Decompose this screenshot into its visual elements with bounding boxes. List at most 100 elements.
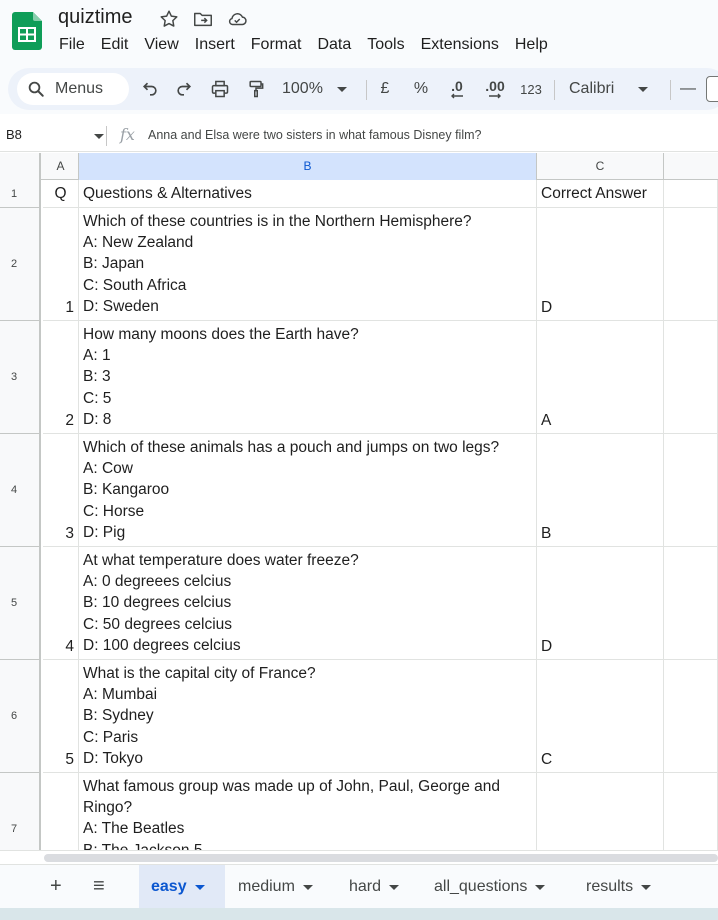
question-cell[interactable]: How many moons does the Earth have? A: 1… bbox=[79, 321, 537, 433]
menu-data[interactable]: Data bbox=[317, 36, 359, 54]
empty-cell[interactable] bbox=[664, 321, 718, 433]
table-row: 3 Which of these animals has a pouch and… bbox=[43, 434, 718, 547]
paint-format-button[interactable] bbox=[244, 68, 268, 110]
sheet-tab-label: medium bbox=[238, 878, 295, 895]
sheet-tab-hard[interactable]: hard bbox=[337, 865, 411, 909]
question-cell[interactable]: Which of these animals has a pouch and j… bbox=[79, 434, 537, 546]
sheet-tab-all-questions[interactable]: all_questions bbox=[422, 865, 557, 909]
row-header[interactable]: 6 bbox=[0, 660, 41, 773]
percent-format-button[interactable]: % bbox=[412, 68, 430, 110]
font-size-input[interactable] bbox=[706, 76, 718, 102]
option-c: C: Paris bbox=[83, 728, 139, 746]
font-select[interactable]: Calibri bbox=[569, 68, 661, 110]
header-cell-questions[interactable]: Questions & Alternatives bbox=[79, 180, 537, 207]
star-icon[interactable] bbox=[158, 8, 180, 30]
question-number: 1 bbox=[65, 298, 74, 316]
menu-insert[interactable]: Insert bbox=[195, 36, 243, 54]
currency-format-button[interactable]: £ bbox=[378, 68, 392, 110]
select-all-corner[interactable] bbox=[0, 153, 41, 180]
question-cell[interactable]: What famous group was made up of John, P… bbox=[79, 773, 537, 850]
question-cell[interactable]: What is the capital city of France? A: M… bbox=[79, 660, 537, 772]
menu-help[interactable]: Help bbox=[515, 36, 556, 54]
row-header[interactable]: 1 bbox=[0, 180, 41, 208]
increase-decimal-button[interactable]: .00 bbox=[482, 68, 508, 110]
answer-cell[interactable]: D bbox=[537, 547, 664, 659]
column-header-a[interactable]: A bbox=[43, 153, 79, 180]
question-cell[interactable]: At what temperature does water freeze? A… bbox=[79, 547, 537, 659]
sheet-tab-easy[interactable]: easy bbox=[139, 865, 225, 909]
empty-cell[interactable] bbox=[664, 208, 718, 320]
menus-search-box[interactable]: Menus bbox=[17, 73, 129, 105]
empty-cell[interactable] bbox=[664, 180, 718, 207]
option-a: A: New Zealand bbox=[83, 234, 194, 252]
sheet-tab-bar: + ≡ easy medium hard all_questions resul… bbox=[0, 864, 718, 909]
row-header[interactable]: 3 bbox=[0, 321, 41, 434]
font-value: Calibri bbox=[569, 80, 615, 97]
row-header[interactable]: 7 bbox=[0, 773, 41, 850]
question-number-cell[interactable]: 1 bbox=[43, 208, 79, 320]
row-header[interactable]: 5 bbox=[0, 547, 41, 660]
cloud-saved-icon[interactable] bbox=[226, 8, 248, 30]
answer-cell[interactable] bbox=[537, 773, 664, 850]
question-text: Which of these countries is in the North… bbox=[83, 213, 472, 230]
correct-answer: C bbox=[541, 750, 553, 768]
row-header[interactable]: 4 bbox=[0, 434, 41, 547]
question-number-cell[interactable]: 2 bbox=[43, 321, 79, 433]
print-button[interactable] bbox=[208, 68, 232, 110]
chevron-down-icon[interactable] bbox=[94, 134, 104, 139]
option-a: A: Mumbai bbox=[83, 686, 158, 704]
empty-cell[interactable] bbox=[664, 547, 718, 659]
option-c: C: 50 degrees celcius bbox=[83, 615, 233, 633]
question-cell[interactable]: Which of these countries is in the North… bbox=[79, 208, 537, 320]
document-title[interactable]: quiztime bbox=[58, 6, 132, 29]
empty-cell[interactable] bbox=[664, 773, 718, 850]
decrease-decimal-button[interactable]: .0 bbox=[446, 68, 468, 110]
move-folder-icon[interactable] bbox=[192, 8, 214, 30]
redo-button[interactable] bbox=[172, 68, 196, 110]
answer-cell[interactable]: B bbox=[537, 434, 664, 546]
answer-cell[interactable]: A bbox=[537, 321, 664, 433]
question-number-cell[interactable]: 4 bbox=[43, 547, 79, 659]
question-text-continued: Ringo? bbox=[83, 799, 133, 817]
all-sheets-button[interactable]: ≡ bbox=[93, 875, 105, 898]
question-number-cell[interactable]: 3 bbox=[43, 434, 79, 546]
menu-tools[interactable]: Tools bbox=[367, 36, 412, 54]
menu-extensions[interactable]: Extensions bbox=[421, 36, 507, 54]
column-header-b[interactable]: B bbox=[79, 153, 537, 180]
option-a: A: 1 bbox=[83, 347, 111, 365]
redo-icon bbox=[177, 82, 192, 96]
formula-input[interactable]: Anna and Elsa were two sisters in what f… bbox=[148, 128, 481, 142]
chevron-down-icon bbox=[389, 884, 400, 890]
menu-file[interactable]: File bbox=[59, 36, 93, 54]
header-cell-answer[interactable]: Correct Answer bbox=[537, 180, 664, 207]
scrollbar-thumb[interactable] bbox=[44, 854, 718, 862]
column-header-d[interactable] bbox=[664, 153, 718, 180]
answer-cell[interactable]: D bbox=[537, 208, 664, 320]
undo-button[interactable] bbox=[138, 68, 162, 110]
menu-format[interactable]: Format bbox=[251, 36, 310, 54]
more-formats-button[interactable]: 123 bbox=[518, 68, 544, 110]
menu-view[interactable]: View bbox=[144, 36, 186, 54]
option-b: B: Kangaroo bbox=[83, 481, 170, 499]
table-row: 2 How many moons does the Earth have? A:… bbox=[43, 321, 718, 434]
empty-cell[interactable] bbox=[664, 660, 718, 772]
add-sheet-button[interactable]: + bbox=[50, 875, 62, 898]
correct-answer: B bbox=[541, 524, 552, 542]
question-number-cell[interactable]: 5 bbox=[43, 660, 79, 772]
zoom-select[interactable]: 100% bbox=[282, 68, 354, 110]
name-box[interactable]: B8 bbox=[6, 127, 22, 142]
answer-cell[interactable]: C bbox=[537, 660, 664, 772]
empty-cell[interactable] bbox=[664, 434, 718, 546]
chevron-down-icon bbox=[194, 884, 205, 890]
horizontal-scrollbar[interactable] bbox=[0, 850, 718, 864]
taskbar-strip bbox=[0, 908, 718, 920]
sheet-tab-medium[interactable]: medium bbox=[226, 865, 325, 909]
sheet-tab-results[interactable]: results bbox=[574, 865, 663, 909]
menu-edit[interactable]: Edit bbox=[101, 36, 137, 54]
column-header-c[interactable]: C bbox=[537, 153, 664, 180]
row-header[interactable]: 2 bbox=[0, 208, 41, 321]
sheets-logo-icon[interactable] bbox=[12, 12, 42, 50]
decrease-font-size-button[interactable]: — bbox=[680, 68, 696, 110]
question-number-cell[interactable] bbox=[43, 773, 79, 850]
header-cell-q[interactable]: Q bbox=[43, 180, 79, 207]
